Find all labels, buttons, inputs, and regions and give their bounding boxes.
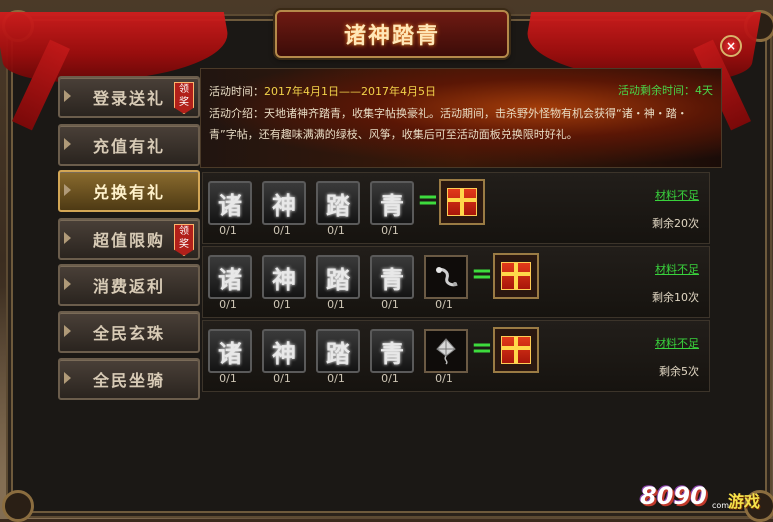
exchange-status-link[interactable]: 材料不足 (655, 187, 699, 203)
tile-count: 0/1 (381, 372, 399, 385)
logo-number: 8090 (640, 482, 707, 510)
equals-sign: = (471, 333, 493, 363)
tile-count: 0/1 (219, 372, 237, 385)
sidebar-item-label: 兑换有礼 (92, 183, 165, 202)
tile-count: 0/1 (327, 372, 345, 385)
tile-count: 0/1 (435, 298, 453, 311)
window-title: 诸神踏青 (343, 23, 440, 49)
tile-count: 0/1 (327, 224, 345, 237)
event-banner: 活动时间：2017年4月1日——2017年4月5日 活动剩余时间：4天 活动介绍… (200, 68, 722, 168)
event-sidebar: 登录送礼 领奖 充值有礼 兑换有礼 超值限购 领奖 消费返利 全民玄珠 全民坐骑 (50, 68, 200, 410)
char-tile: 青 (370, 255, 414, 299)
tile-count: 0/1 (273, 224, 291, 237)
close-button[interactable]: × (720, 35, 742, 57)
tile-count: 0/1 (219, 224, 237, 237)
remaining-count: 剩余5次 (659, 365, 699, 378)
sidebar-item-label: 充值有礼 (92, 137, 165, 156)
site-logo: 8090 com 游戏 (640, 482, 765, 514)
event-description: 活动介绍：天地诸神齐踏青，收集字帖换豪礼。活动期间，击杀野外怪物有机会获得“诸・… (209, 107, 688, 141)
remain-label: 活动剩余时间： (618, 84, 695, 97)
tile-count: 0/1 (435, 372, 453, 385)
event-remaining-time: 活动剩余时间：4天 (618, 82, 713, 98)
gift-box-icon (501, 336, 531, 364)
char-tile: 青 (370, 181, 414, 225)
tile-count: 0/1 (381, 298, 399, 311)
char-tile: 神 (262, 181, 306, 225)
arrow-icon (64, 138, 71, 150)
char-tile: 青 (370, 329, 414, 373)
sidebar-item-label: 超值限购 (92, 231, 165, 250)
event-time: 活动时间：2017年4月1日——2017年4月5日 (209, 83, 436, 99)
arrow-icon (64, 184, 71, 196)
title-plate: 诸神踏青 (275, 10, 509, 58)
exchange-row: 诸 0/1 神 0/1 踏 0/1 青 0/1 0/1 = 材料不足 剩余10次 (202, 246, 710, 318)
sidebar-item-spend-rebate[interactable]: 消费返利 (58, 264, 200, 306)
equals-sign: = (471, 259, 493, 289)
reward-slot[interactable] (493, 327, 539, 373)
material-slot[interactable] (424, 255, 468, 299)
sidebar-item-label: 消费返利 (92, 277, 165, 296)
remain-value: 4天 (695, 84, 713, 97)
char-tile: 踏 (316, 181, 360, 225)
sidebar-item-recharge-gift[interactable]: 充值有礼 (58, 124, 200, 166)
char-tile: 诸 (208, 255, 252, 299)
exchange-status-link[interactable]: 材料不足 (655, 261, 699, 277)
sidebar-item-label: 登录送礼 (92, 89, 165, 108)
tile-count: 0/1 (219, 298, 237, 311)
gift-box-icon (447, 188, 477, 216)
arrow-icon (64, 325, 71, 337)
equals-sign: = (417, 185, 439, 215)
exchange-row: 诸 0/1 神 0/1 踏 0/1 青 0/1 0/1 = 材料不足 剩余5次 (202, 320, 710, 392)
green-branch-icon (436, 267, 458, 287)
char-tile: 诸 (208, 181, 252, 225)
tile-count: 0/1 (273, 372, 291, 385)
gift-box-icon (501, 262, 531, 290)
char-tile: 踏 (316, 255, 360, 299)
arrow-icon (64, 372, 71, 384)
sidebar-item-mount[interactable]: 全民坐骑 (58, 358, 200, 400)
reward-slot[interactable] (439, 179, 485, 225)
arrow-icon (64, 278, 71, 290)
arrow-icon (64, 90, 71, 102)
char-tile: 诸 (208, 329, 252, 373)
kite-icon (436, 338, 456, 365)
reward-slot[interactable] (493, 253, 539, 299)
exchange-status-link[interactable]: 材料不足 (655, 335, 699, 351)
tile-count: 0/1 (381, 224, 399, 237)
char-tile: 神 (262, 329, 306, 373)
tile-count: 0/1 (327, 298, 345, 311)
logo-name: 游戏 (728, 492, 761, 511)
corner-ornament (2, 490, 34, 522)
remaining-count: 剩余10次 (652, 291, 699, 304)
exchange-row: 诸 0/1 神 0/1 踏 0/1 青 0/1 = 材料不足 剩余20次 (202, 172, 710, 244)
sidebar-item-label: 全民玄珠 (92, 324, 165, 343)
char-tile: 踏 (316, 329, 360, 373)
logo-domain: com (712, 501, 730, 510)
arrow-icon (64, 232, 71, 244)
event-time-value: 2017年4月1日——2017年4月5日 (264, 85, 436, 98)
sidebar-item-label: 全民坐骑 (92, 371, 165, 390)
char-tile: 神 (262, 255, 306, 299)
tile-count: 0/1 (273, 298, 291, 311)
claim-badge: 领奖 (174, 82, 194, 114)
sidebar-item-limited-purchase[interactable]: 超值限购 领奖 (58, 218, 200, 260)
sidebar-item-login-gift[interactable]: 登录送礼 领奖 (58, 76, 200, 118)
sidebar-item-exchange-gift[interactable]: 兑换有礼 (58, 170, 200, 212)
remaining-count: 剩余20次 (652, 217, 699, 230)
material-slot[interactable] (424, 329, 468, 373)
sidebar-item-mystic-pearl[interactable]: 全民玄珠 (58, 311, 200, 353)
event-time-label: 活动时间： (209, 85, 264, 98)
claim-badge: 领奖 (174, 224, 194, 256)
